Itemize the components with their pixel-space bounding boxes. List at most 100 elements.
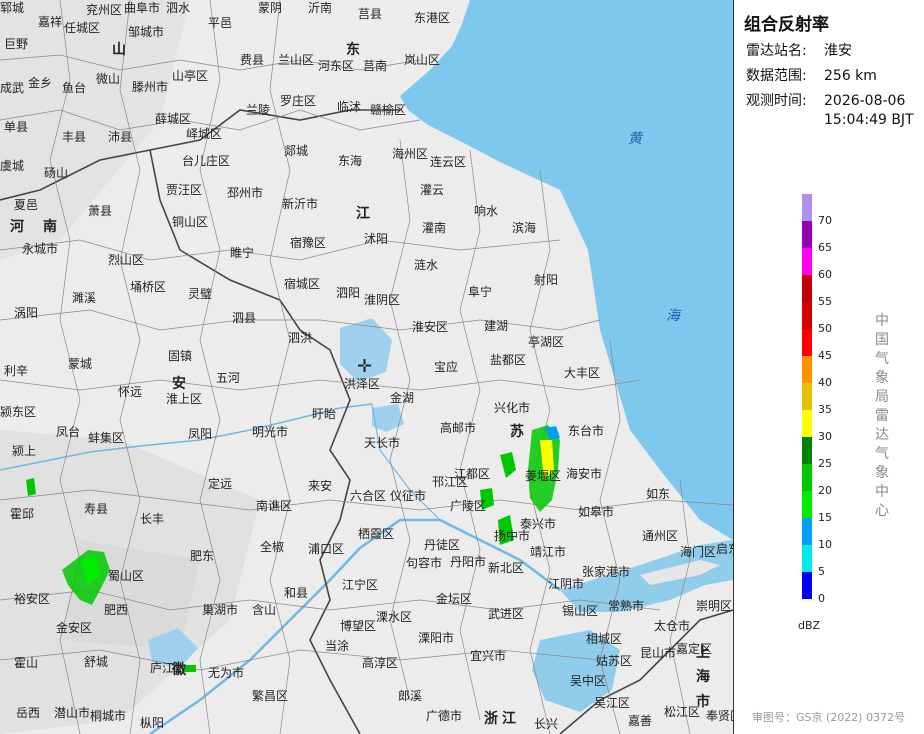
- legend-value: 70: [818, 214, 832, 227]
- place-label: 桐城市: [90, 709, 127, 723]
- place-label: 嘉定区: [676, 642, 713, 656]
- place-label: 溧水区: [376, 610, 413, 624]
- place-label: 五河: [216, 371, 241, 385]
- time-clock: 15:04:49 BJT: [824, 112, 914, 128]
- place-label: 兰山区: [278, 53, 315, 67]
- legend-swatch: [802, 221, 812, 248]
- legend-swatch: [802, 302, 812, 329]
- province-label: 安: [172, 376, 186, 392]
- place-label: 濉溪: [72, 291, 97, 305]
- place-label: 六合区: [350, 489, 387, 503]
- place-label: 兖州区: [86, 3, 123, 17]
- legend-value: 40: [818, 376, 832, 389]
- place-label: 洪泽区: [344, 377, 381, 391]
- place-label: 蜀山区: [108, 569, 145, 583]
- place-label: 灌南: [422, 221, 447, 235]
- place-label: 淮安区: [412, 320, 449, 334]
- product-title: 组合反射率: [744, 15, 829, 35]
- time-row: 观测时间: 2026-08-06: [746, 92, 905, 111]
- province-label: 江: [502, 711, 516, 727]
- range-value: 256 km: [824, 68, 877, 84]
- place-label: 峄城区: [186, 127, 223, 141]
- place-label: 建湖: [484, 319, 509, 333]
- place-label: 锡山区: [562, 604, 599, 618]
- legend-value: 30: [818, 430, 832, 443]
- place-label: 涡阳: [14, 306, 39, 320]
- station-label: 雷达站名:: [746, 43, 807, 59]
- place-label: 潜山市: [54, 706, 91, 720]
- place-label: 虞城: [0, 159, 25, 173]
- place-label: 响水: [474, 204, 499, 218]
- place-label: 肥东: [190, 549, 215, 563]
- province-label: 江: [356, 206, 370, 222]
- province-label: 苏: [510, 424, 524, 440]
- place-label: 含山: [252, 603, 277, 617]
- place-label: 如东: [646, 487, 671, 501]
- place-label: 金坛区: [436, 592, 473, 606]
- place-label: 肥西: [104, 603, 129, 617]
- place-label: 颍上: [12, 444, 37, 458]
- legend-value: 45: [818, 349, 832, 362]
- place-label: 夏邑: [14, 198, 39, 212]
- time-label: 观测时间:: [746, 93, 807, 109]
- place-label: 长兴: [534, 717, 559, 731]
- legend-value: 10: [818, 538, 832, 551]
- place-label: 兰陵: [246, 103, 271, 117]
- place-label: 平邑: [208, 16, 233, 30]
- place-label: 姑苏区: [596, 654, 633, 668]
- place-label: 明光市: [252, 425, 289, 439]
- place-label: 萧县: [88, 204, 113, 218]
- place-label: 金乡: [28, 76, 53, 90]
- place-label: 睢宁: [230, 246, 255, 260]
- place-label: 武进区: [488, 607, 525, 621]
- place-label: 栖霞区: [358, 527, 395, 541]
- place-label: 灵璧: [188, 287, 213, 301]
- place-label: 仪征市: [390, 489, 427, 503]
- place-label: 江阴市: [548, 577, 585, 591]
- legend-swatch: [802, 491, 812, 518]
- place-label: 薛城区: [155, 112, 192, 126]
- place-label: 昆山市: [640, 646, 677, 660]
- legend-value: 55: [818, 295, 832, 308]
- place-label: 泗水: [166, 1, 191, 15]
- place-label: 溧阳市: [418, 631, 455, 645]
- legend-swatch: [802, 329, 812, 356]
- place-label: 连云区: [430, 155, 467, 169]
- place-label: 沂南: [308, 1, 333, 15]
- time-date: 2026-08-06: [824, 93, 906, 109]
- place-label: 新沂市: [282, 197, 319, 211]
- place-label: 郯城: [284, 144, 309, 158]
- place-label: 贾汪区: [166, 183, 203, 197]
- place-label: 东港区: [414, 11, 451, 25]
- place-label: 枞阳: [140, 716, 165, 730]
- place-label: 无为市: [208, 666, 245, 680]
- place-label: 泗阳: [336, 286, 361, 300]
- place-label: 费县: [240, 53, 265, 67]
- place-label: 沛县: [108, 130, 133, 144]
- place-label: 铜山区: [172, 215, 209, 229]
- legend-swatch: [802, 248, 812, 275]
- place-label: 微山: [96, 72, 121, 86]
- place-label: 吴中区: [570, 674, 607, 688]
- place-label: 广陵区: [450, 499, 487, 513]
- legend-value: 35: [818, 403, 832, 416]
- province-label: 南: [43, 219, 57, 235]
- place-label: 莒县: [358, 7, 383, 21]
- radar-map[interactable]: ✛ 山 东 河 南 江 安 苏 徽 上 海 市 浙 江 黄 海 郓城 兖州区 曲…: [0, 0, 733, 734]
- place-label: 东台市: [568, 424, 605, 438]
- info-panel: 组合反射率 雷达站名: 淮安 数据范围: 256 km 观测时间: 2026-08-0…: [734, 0, 924, 734]
- place-label: 繁昌区: [252, 689, 289, 703]
- place-label: 海州区: [392, 147, 429, 161]
- legend-value: 25: [818, 457, 832, 470]
- legend-swatch: [802, 194, 812, 221]
- legend-value: 50: [818, 322, 832, 335]
- place-label: 射阳: [534, 273, 559, 287]
- place-label: 曲阜市: [124, 1, 161, 15]
- legend-swatch: [802, 383, 812, 410]
- legend-value: 5: [818, 565, 825, 578]
- station-row: 雷达站名: 淮安: [746, 42, 852, 61]
- place-label: 岳西: [16, 706, 41, 720]
- place-label: 怀远: [118, 385, 143, 399]
- legend-value: 60: [818, 268, 832, 281]
- place-label: 崇明区: [696, 599, 733, 613]
